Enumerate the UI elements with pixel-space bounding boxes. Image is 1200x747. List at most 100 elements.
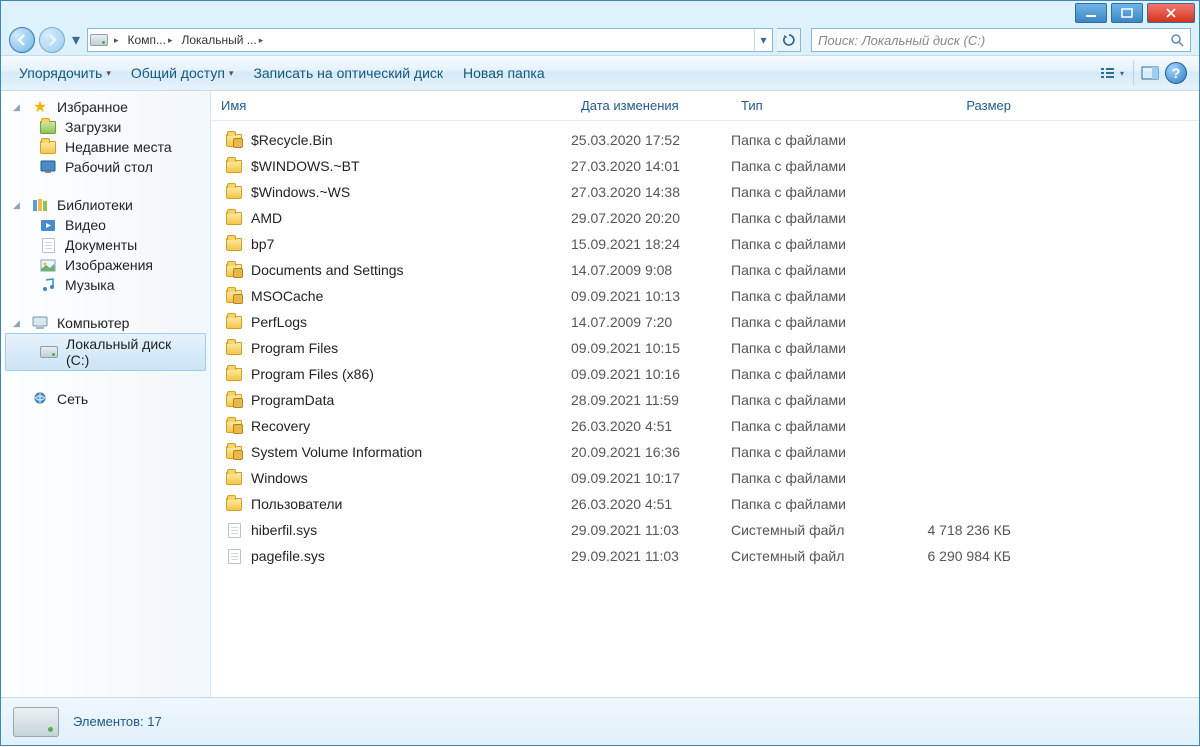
file-row[interactable]: Program Files (x86)09.09.2021 10:16Папка…	[211, 361, 1199, 387]
sidebar-documents[interactable]: Документы	[1, 235, 210, 255]
folder-icon	[225, 236, 243, 252]
file-row[interactable]: PerfLogs14.07.2009 7:20Папка с файлами	[211, 309, 1199, 335]
col-name[interactable]: Имя	[211, 98, 571, 113]
folder-icon	[225, 444, 243, 460]
file-name: AMD	[251, 210, 282, 226]
file-row[interactable]: $Recycle.Bin25.03.2020 17:52Папка с файл…	[211, 127, 1199, 153]
sidebar-music[interactable]: Музыка	[1, 275, 210, 295]
minimize-button[interactable]	[1075, 3, 1107, 23]
help-button[interactable]: ?	[1163, 60, 1189, 86]
file-row[interactable]: MSOCache09.09.2021 10:13Папка с файлами	[211, 283, 1199, 309]
file-type: Папка с файлами	[731, 262, 891, 278]
file-type: Папка с файлами	[731, 392, 891, 408]
sidebar-libraries[interactable]: ◢Библиотеки	[1, 195, 210, 215]
file-row[interactable]: $WINDOWS.~BT27.03.2020 14:01Папка с файл…	[211, 153, 1199, 179]
nav-row: ▾ ▸ Комп... ▸ Локальный ... ▸ ▾ Поиск: Л…	[1, 25, 1199, 55]
file-row[interactable]: Recovery26.03.2020 4:51Папка с файлами	[211, 413, 1199, 439]
file-type: Папка с файлами	[731, 288, 891, 304]
folder-icon	[225, 340, 243, 356]
file-date: 26.03.2020 4:51	[571, 496, 731, 512]
music-icon	[39, 277, 57, 293]
file-type: Папка с файлами	[731, 184, 891, 200]
sidebar-video[interactable]: Видео	[1, 215, 210, 235]
sidebar-favorites[interactable]: ◢★Избранное	[1, 97, 210, 117]
file-date: 28.09.2021 11:59	[571, 392, 731, 408]
body: ◢★Избранное Загрузки Недавние места Рабо…	[1, 91, 1199, 697]
file-type: Папка с файлами	[731, 210, 891, 226]
col-size[interactable]: Размер	[891, 98, 1021, 113]
organize-menu[interactable]: Упорядочить ▾	[11, 61, 119, 85]
recent-icon	[39, 139, 57, 155]
file-name: Program Files	[251, 340, 338, 356]
new-folder-button[interactable]: Новая папка	[455, 61, 553, 85]
file-date: 29.09.2021 11:03	[571, 548, 731, 564]
file-row[interactable]: pagefile.sys29.09.2021 11:03Системный фа…	[211, 543, 1199, 569]
close-button[interactable]	[1147, 3, 1195, 23]
file-type: Папка с файлами	[731, 132, 891, 148]
sidebar-localdisk[interactable]: Локальный диск (C:)	[5, 333, 206, 371]
forward-button[interactable]	[39, 27, 65, 53]
refresh-button[interactable]	[777, 28, 801, 52]
view-options-button[interactable]: ▾	[1099, 60, 1125, 86]
address-dropdown[interactable]: ▾	[754, 29, 772, 51]
drive-icon	[88, 34, 110, 46]
file-date: 25.03.2020 17:52	[571, 132, 731, 148]
folder-icon	[225, 314, 243, 330]
file-name: ProgramData	[251, 392, 334, 408]
file-row[interactable]: $Windows.~WS27.03.2020 14:38Папка с файл…	[211, 179, 1199, 205]
file-list: $Recycle.Bin25.03.2020 17:52Папка с файл…	[211, 121, 1199, 697]
file-size: 6 290 984 КБ	[891, 548, 1021, 564]
file-row[interactable]: bp715.09.2021 18:24Папка с файлами	[211, 231, 1199, 257]
burn-button[interactable]: Записать на оптический диск	[245, 61, 451, 85]
file-date: 15.09.2021 18:24	[571, 236, 731, 252]
file-type: Папка с файлами	[731, 158, 891, 174]
search-icon	[1170, 33, 1184, 47]
file-row[interactable]: Пользователи 26.03.2020 4:51Папка с файла…	[211, 491, 1199, 517]
drive-icon	[40, 344, 58, 360]
folder-icon	[225, 132, 243, 148]
address-bar[interactable]: ▸ Комп... ▸ Локальный ... ▸ ▾	[87, 28, 773, 52]
file-type: Папка с файлами	[731, 470, 891, 486]
file-type: Системный файл	[731, 522, 891, 538]
file-type: Папка с файлами	[731, 340, 891, 356]
file-date: 26.03.2020 4:51	[571, 418, 731, 434]
file-date: 09.09.2021 10:16	[571, 366, 731, 382]
breadcrumb-localdisk[interactable]: Локальный ... ▸	[177, 29, 268, 51]
file-name: PerfLogs	[251, 314, 307, 330]
search-box[interactable]: Поиск: Локальный диск (C:)	[811, 28, 1191, 52]
file-date: 14.07.2009 9:08	[571, 262, 731, 278]
file-row[interactable]: System Volume Information20.09.2021 16:3…	[211, 439, 1199, 465]
pictures-icon	[39, 257, 57, 273]
preview-pane-button[interactable]	[1133, 60, 1159, 86]
file-row[interactable]: hiberfil.sys29.09.2021 11:03Системный фа…	[211, 517, 1199, 543]
sidebar-downloads[interactable]: Загрузки	[1, 117, 210, 137]
file-date: 27.03.2020 14:01	[571, 158, 731, 174]
file-type: Системный файл	[731, 548, 891, 564]
sidebar-pictures[interactable]: Изображения	[1, 255, 210, 275]
file-row[interactable]: Program Files09.09.2021 10:15Папка с фай…	[211, 335, 1199, 361]
breadcrumb-computer[interactable]: Комп... ▸	[124, 29, 178, 51]
sidebar-desktop[interactable]: Рабочий стол	[1, 157, 210, 177]
col-date[interactable]: Дата изменения	[571, 98, 731, 113]
file-name: hiberfil.sys	[251, 522, 317, 538]
sidebar-network[interactable]: ◢Сеть	[1, 389, 210, 409]
file-type: Папка с файлами	[731, 418, 891, 434]
file-type: Папка с файлами	[731, 444, 891, 460]
history-dropdown[interactable]: ▾	[69, 30, 83, 50]
maximize-button[interactable]	[1111, 3, 1143, 23]
file-type: Папка с файлами	[731, 496, 891, 512]
share-menu[interactable]: Общий доступ ▾	[123, 61, 242, 85]
back-button[interactable]	[9, 27, 35, 53]
file-type: Папка с файлами	[731, 366, 891, 382]
sidebar-recent[interactable]: Недавние места	[1, 137, 210, 157]
file-name: Пользователи	[251, 496, 342, 512]
breadcrumb-root[interactable]: ▸	[110, 29, 124, 51]
col-type[interactable]: Тип	[731, 98, 891, 113]
status-count: Элементов: 17	[73, 714, 162, 729]
file-row[interactable]: Windows09.09.2021 10:17Папка с файлами	[211, 465, 1199, 491]
file-row[interactable]: ProgramData 28.09.2021 11:59Папка с файла…	[211, 387, 1199, 413]
file-row[interactable]: AMD29.07.2020 20:20Папка с файлами	[211, 205, 1199, 231]
file-row[interactable]: Documents and Settings14.07.2009 9:08Пап…	[211, 257, 1199, 283]
sidebar-computer[interactable]: ◢Компьютер	[1, 313, 210, 333]
folder-icon	[225, 210, 243, 226]
